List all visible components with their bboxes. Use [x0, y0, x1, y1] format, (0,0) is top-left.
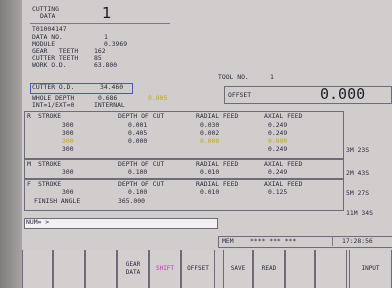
col-header: RADIAL FEED: [196, 180, 239, 188]
m-axial[interactable]: 0.249: [268, 169, 287, 176]
program-id: T01004147: [32, 25, 67, 33]
r-stroke[interactable]: 300: [62, 138, 74, 145]
r-axial[interactable]: 0.249: [268, 146, 287, 153]
tool-value[interactable]: 1: [270, 74, 274, 81]
m-radial[interactable]: 0.010: [200, 169, 219, 176]
f-stroke[interactable]: 300: [62, 189, 74, 196]
section-time: 3M 23S: [346, 146, 370, 154]
status-divider: [332, 236, 333, 246]
param-extra-value: 0.005: [148, 94, 168, 102]
r-radial[interactable]: 0.000: [200, 138, 219, 145]
softkey-blank[interactable]: [285, 250, 315, 288]
col-header: DEPTH OF CUT: [118, 112, 165, 120]
softkey-blank[interactable]: [22, 250, 53, 288]
f-radial[interactable]: 0.010: [200, 189, 219, 196]
section-time: 5M 27S: [346, 189, 370, 197]
r-stroke[interactable]: 300: [62, 146, 74, 153]
r-radial[interactable]: 0.030: [200, 122, 219, 129]
clock: 17:28:56: [342, 237, 373, 245]
param-label: WORK O.D.: [32, 61, 67, 69]
m-depth[interactable]: 0.100: [128, 169, 147, 176]
offset-label: OFFSET: [228, 91, 252, 99]
section-time: 2M 43S: [346, 169, 370, 177]
total-time: 11M 34S: [346, 209, 373, 217]
header-divider: [30, 23, 170, 24]
r-stroke[interactable]: 300: [62, 130, 74, 137]
col-header: STROKE: [38, 160, 62, 168]
section-code: R: [27, 112, 31, 120]
screen-title-line2: DATA: [40, 12, 56, 20]
screen-number: 1: [102, 4, 112, 22]
softkey-gear-data[interactable]: GEAR DATA: [117, 250, 149, 288]
col-header: AXIAL FEED: [264, 180, 303, 188]
cnc-screen: CUTTING DATA 1 T01004147 DATA NO. 1 MODU…: [0, 0, 392, 288]
softkey-read[interactable]: READ: [253, 250, 285, 288]
offset-value[interactable]: 0.000: [320, 86, 365, 103]
status-dashes: **** *** ***: [250, 237, 297, 245]
num-input-field[interactable]: [24, 218, 218, 229]
param-value[interactable]: 0.3969: [104, 41, 127, 48]
col-header: RADIAL FEED: [196, 160, 239, 168]
m-stroke[interactable]: 300: [62, 169, 74, 176]
r-axial[interactable]: 0.249: [268, 130, 287, 137]
col-header: AXIAL FEED: [264, 160, 303, 168]
r-axial[interactable]: 0.249: [268, 122, 287, 129]
col-header: AXIAL FEED: [264, 112, 303, 120]
col-header: DEPTH OF CUT: [118, 160, 165, 168]
softkey-blank[interactable]: [53, 250, 85, 288]
r-depth[interactable]: 0.405: [128, 130, 147, 137]
num-input-prompt: NUM= >: [26, 218, 50, 226]
f-axial[interactable]: 0.125: [268, 189, 287, 196]
finish-angle-label: FINISH ANGLE: [34, 197, 81, 205]
r-stroke[interactable]: 300: [62, 122, 74, 129]
param-label: CUTTER O.D.: [32, 83, 75, 91]
softkey-offset[interactable]: OFFSET: [181, 250, 215, 288]
param-label: INT=1/EXT=0: [32, 101, 75, 109]
finish-angle-value[interactable]: 365.000: [118, 198, 145, 205]
softkey-blank[interactable]: [85, 250, 117, 288]
param-value[interactable]: INTERNAL: [94, 102, 125, 109]
f-depth[interactable]: 0.100: [128, 189, 147, 196]
col-header: STROKE: [38, 112, 62, 120]
param-value[interactable]: 34.460: [100, 84, 123, 91]
r-depth[interactable]: 0.001: [128, 122, 147, 129]
r-radial[interactable]: 0.002: [200, 130, 219, 137]
softkey-input[interactable]: INPUT: [349, 250, 392, 288]
param-value[interactable]: 63.800: [94, 62, 117, 69]
monitor-bezel: [0, 0, 22, 288]
r-axial[interactable]: 0.090: [268, 138, 287, 145]
section-code: M: [27, 160, 31, 168]
col-header: DEPTH OF CUT: [118, 180, 165, 188]
softkey-blank[interactable]: [315, 250, 347, 288]
cutting-data-panel: CUTTING DATA 1 T01004147 DATA NO. 1 MODU…: [22, 0, 392, 288]
r-depth[interactable]: 0.000: [128, 138, 147, 145]
softkey-save[interactable]: SAVE: [223, 250, 253, 288]
softkey-shift[interactable]: SHIFT: [149, 250, 181, 288]
col-header: STROKE: [38, 180, 62, 188]
col-header: RADIAL FEED: [196, 112, 239, 120]
tool-label: TOOL NO.: [218, 73, 249, 81]
section-code: F: [27, 180, 31, 188]
mode-indicator: MEM: [222, 237, 234, 245]
